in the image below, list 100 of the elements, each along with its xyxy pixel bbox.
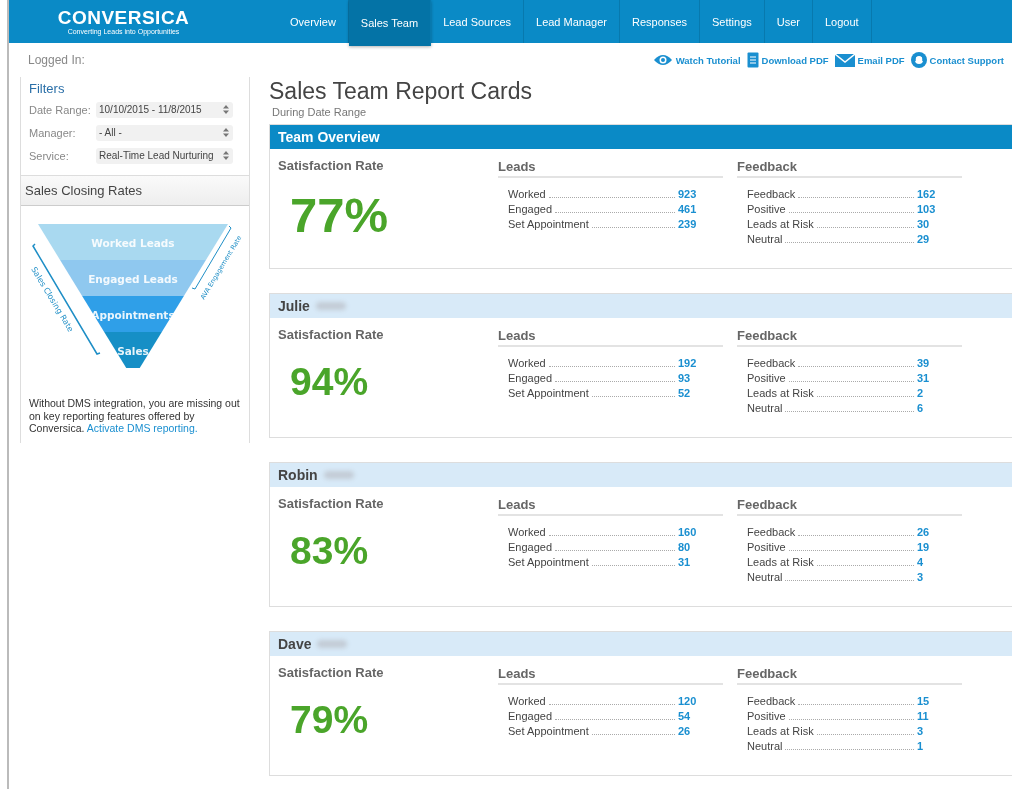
stat-value: 30 xyxy=(917,217,931,232)
column-heading: Feedback xyxy=(737,328,962,347)
stat-label: Positive xyxy=(747,540,786,555)
stat-value: 80 xyxy=(678,540,692,555)
column-heading: Feedback xyxy=(737,666,962,685)
stat-label: Leads at Risk xyxy=(747,555,814,570)
filter-dropdown[interactable]: - All - xyxy=(96,124,233,141)
satisfaction-rate: 77% xyxy=(290,187,390,243)
stat-label: Engaged xyxy=(508,371,553,386)
nav-tab[interactable]: Logout xyxy=(813,0,872,43)
stat-value: 31 xyxy=(917,371,931,386)
stat-value: 29 xyxy=(917,232,931,247)
stat-label: Engaged xyxy=(508,709,553,724)
document-icon xyxy=(746,52,759,68)
satisfaction-rate: 83% xyxy=(290,529,370,573)
stat-label: Worked xyxy=(508,187,546,202)
stat-value: 52 xyxy=(678,386,692,401)
column-heading: Leads xyxy=(498,666,723,685)
card-title: Team Overview xyxy=(278,129,380,145)
page-subtitle: During Date Range xyxy=(272,106,368,118)
stat-label: Set Appointment xyxy=(508,217,589,232)
stat-label: Set Appointment xyxy=(508,724,589,739)
column-heading: Feedback xyxy=(737,159,962,178)
stat-label: Worked xyxy=(508,694,546,709)
envelope-icon xyxy=(834,53,855,67)
stat-value: 120 xyxy=(678,694,698,709)
stat-value: 93 xyxy=(678,371,692,386)
satisfaction-rate: 94% xyxy=(290,360,370,404)
nav-tab[interactable]: Lead Sources xyxy=(431,0,524,43)
column-heading: Leads xyxy=(498,159,723,178)
filter-label: Service: xyxy=(29,149,70,162)
stat-label: Feedback xyxy=(747,525,796,540)
action-link[interactable]: Email PDF xyxy=(834,52,905,68)
column-heading: Satisfaction Rate xyxy=(278,496,385,511)
card-title: Dave xyxy=(278,636,312,652)
stat-label: Feedback xyxy=(747,694,796,709)
stat-value: 39 xyxy=(917,356,931,371)
funnel-layer: Sales xyxy=(104,332,162,368)
stat-label: Set Appointment xyxy=(508,555,589,570)
stat-value: 6 xyxy=(917,401,925,416)
column-heading: Leads xyxy=(498,497,723,516)
nav-tab[interactable]: Sales Team xyxy=(348,0,432,46)
stat-label: Neutral xyxy=(747,232,783,247)
action-link[interactable]: Contact Support xyxy=(910,52,1004,68)
stat-label: Positive xyxy=(747,371,786,386)
column-heading: Feedback xyxy=(737,497,962,516)
stat-value: 239 xyxy=(678,217,698,232)
stat-value: 15 xyxy=(917,694,931,709)
stat-label: Feedback xyxy=(747,187,796,202)
filter-dropdown[interactable]: 10/10/2015 - 11/8/2015 xyxy=(96,101,233,118)
logo-text: CONVERSICA xyxy=(57,7,190,28)
logged-in-label: Logged In: xyxy=(28,53,85,67)
nav-tab[interactable]: User xyxy=(764,0,813,43)
page-title: Sales Team Report Cards xyxy=(269,77,533,105)
stat-label: Worked xyxy=(508,525,546,540)
stat-value: 3 xyxy=(917,570,925,585)
column-heading: Satisfaction Rate xyxy=(278,158,385,173)
stat-label: Engaged xyxy=(508,540,553,555)
stat-label: Leads at Risk xyxy=(747,386,814,401)
action-link[interactable]: Watch Tutorial xyxy=(652,52,741,68)
stat-label: Positive xyxy=(747,709,786,724)
stat-label: Leads at Risk xyxy=(747,724,814,739)
stat-value: 26 xyxy=(917,525,931,540)
stat-label: Positive xyxy=(747,202,786,217)
stat-label: Set Appointment xyxy=(508,386,589,401)
nav-tab[interactable]: Lead Manager xyxy=(524,0,620,43)
dropdown-arrows-icon xyxy=(223,151,229,160)
filter-label: Manager: xyxy=(29,126,77,139)
stat-value: 1 xyxy=(917,739,925,754)
stat-value: 160 xyxy=(678,525,698,540)
stat-label: Feedback xyxy=(747,356,796,371)
stat-value: 54 xyxy=(678,709,692,724)
stat-value: 19 xyxy=(917,540,931,555)
stat-label: Neutral xyxy=(747,570,783,585)
stat-value: 461 xyxy=(678,202,698,217)
nav-tab[interactable]: Responses xyxy=(619,0,700,43)
stat-value: 162 xyxy=(917,187,937,202)
stat-label: Neutral xyxy=(747,739,783,754)
nav-tab[interactable]: Overview xyxy=(278,0,349,43)
column-heading: Leads xyxy=(498,328,723,347)
stat-value: 11 xyxy=(917,709,930,724)
filter-dropdown[interactable]: Real-Time Lead Nurturing xyxy=(96,147,233,164)
stat-value: 923 xyxy=(678,187,698,202)
headset-icon xyxy=(910,52,927,68)
column-heading: Satisfaction Rate xyxy=(278,327,385,342)
filters-heading: Filters xyxy=(29,81,66,96)
filter-label: Date Range: xyxy=(29,103,92,116)
stat-value: 26 xyxy=(678,724,692,739)
stat-value: 3 xyxy=(917,724,925,739)
nav-tab[interactable]: Settings xyxy=(700,0,765,43)
stat-value: 192 xyxy=(678,356,698,371)
action-link[interactable]: Download PDF xyxy=(746,52,829,68)
card-title: Julie xyxy=(278,298,310,314)
stat-label: Worked xyxy=(508,356,546,371)
stat-value: 2 xyxy=(917,386,925,401)
dropdown-arrows-icon xyxy=(223,105,229,114)
column-heading: Satisfaction Rate xyxy=(278,665,385,680)
stat-label: Neutral xyxy=(747,401,783,416)
activate-link[interactable]: Activate DMS reporting. xyxy=(86,422,198,434)
eye-icon xyxy=(652,53,673,67)
